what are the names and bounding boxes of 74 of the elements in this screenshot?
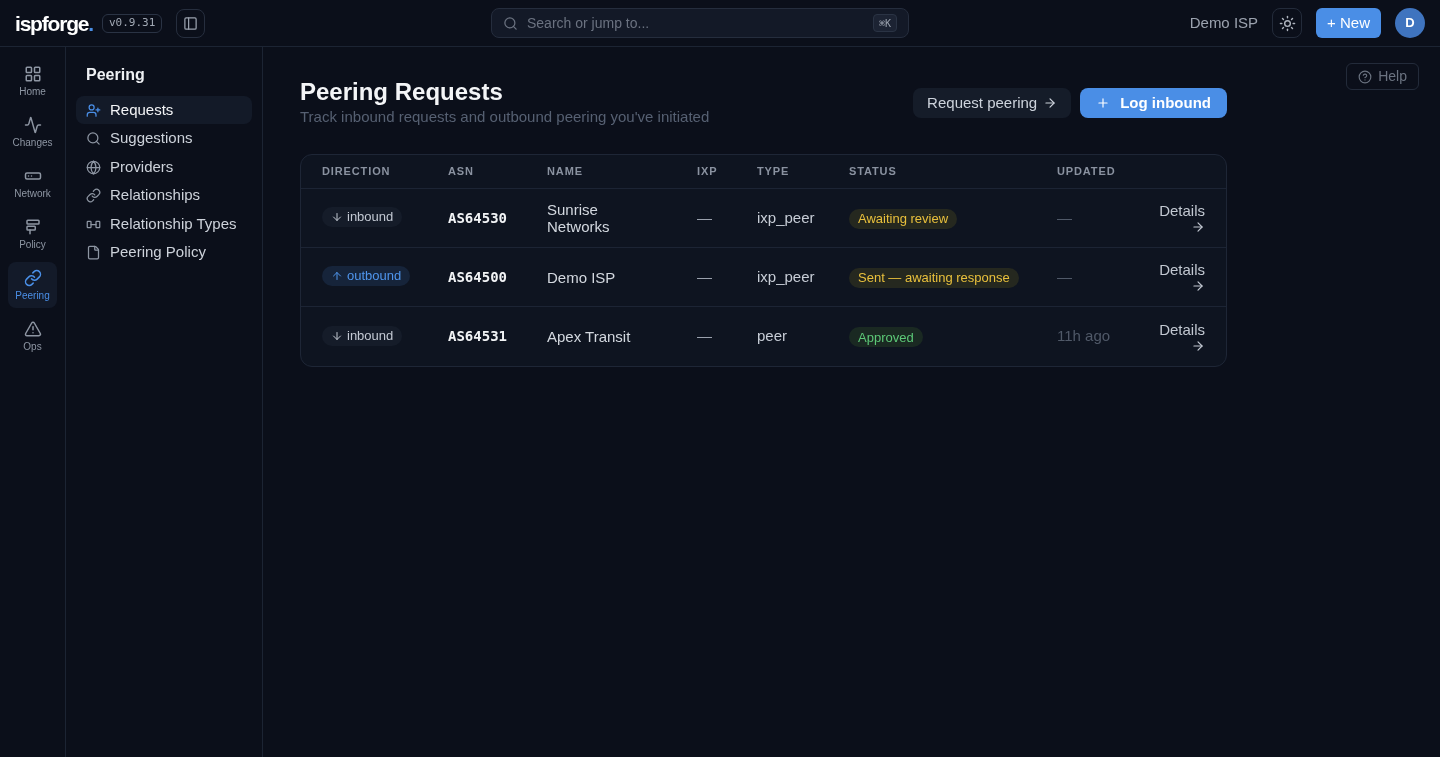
stacked-bars-icon bbox=[23, 217, 42, 236]
name-cell: Demo ISP bbox=[547, 268, 616, 286]
direction-tag: inbound bbox=[322, 325, 403, 346]
column-header: DIRECTION bbox=[322, 164, 392, 180]
grid-icon bbox=[23, 64, 42, 83]
type-cell-text: ixp_peer bbox=[757, 207, 815, 228]
user-avatar[interactable]: D bbox=[1395, 8, 1425, 38]
sidebar-link[interactable]: Providers bbox=[76, 153, 252, 181]
arrow-down-icon bbox=[331, 211, 343, 223]
nav-rail-button[interactable]: Ops bbox=[8, 313, 57, 359]
status-tag: Sent — awaiting response bbox=[849, 267, 1019, 288]
organization-name: Demo ISP bbox=[1189, 12, 1259, 33]
globe-icon bbox=[86, 159, 101, 175]
sidebar-link[interactable]: Suggestions bbox=[76, 124, 252, 153]
version-tag: v0.9.31 bbox=[101, 13, 163, 33]
status-tag: Awaiting review bbox=[849, 208, 958, 229]
updated-cell-text: — bbox=[1057, 266, 1072, 287]
link-icon bbox=[23, 268, 42, 287]
ixp-cell-text: — bbox=[697, 326, 712, 347]
column-header: ASN bbox=[448, 164, 475, 180]
column-header: NAME bbox=[547, 164, 584, 180]
details-link[interactable]: Details bbox=[1159, 261, 1205, 293]
page-title: Peering Requests bbox=[300, 77, 504, 107]
nav-rail-button[interactable]: Home bbox=[8, 58, 57, 104]
search-icon bbox=[503, 15, 518, 31]
plus-icon bbox=[1096, 96, 1111, 110]
updated-cell-text: 11h ago bbox=[1057, 326, 1111, 347]
logo-wordmark: ispforge. bbox=[15, 12, 93, 34]
name-cell: Apex Transit bbox=[547, 328, 631, 345]
shortcut-key: ⌘K bbox=[872, 14, 897, 32]
link-icon bbox=[86, 188, 101, 203]
nav-rail-button[interactable]: Changes bbox=[8, 109, 57, 155]
details-link[interactable]: Details bbox=[1159, 202, 1205, 234]
help-icon bbox=[1358, 69, 1373, 84]
asn-cell-text: AS64531 bbox=[448, 327, 507, 346]
sidebar-toggle-button[interactable] bbox=[176, 8, 206, 38]
sidebar-title: Peering bbox=[85, 65, 146, 85]
request-peering-button[interactable]: Request peering bbox=[913, 88, 1072, 118]
sidebar-link[interactable]: Relationships bbox=[76, 181, 252, 210]
user-plus-icon bbox=[86, 102, 101, 118]
nav-rail-button[interactable]: Network bbox=[8, 160, 57, 206]
panel-left-icon bbox=[183, 15, 199, 31]
search-icon bbox=[86, 131, 101, 146]
details-link[interactable]: Details bbox=[1159, 320, 1205, 353]
column-header: STATUS bbox=[849, 164, 898, 180]
asn-cell-text: AS64500 bbox=[448, 267, 507, 287]
direction-tag: inbound bbox=[322, 207, 403, 227]
arrow-right-icon bbox=[1043, 96, 1058, 110]
status-tag: Approved bbox=[849, 327, 923, 348]
updated-cell-text: — bbox=[1057, 207, 1072, 228]
type-cell-text: peer bbox=[757, 326, 788, 347]
sidebar-link[interactable]: Relationship Types bbox=[76, 210, 252, 238]
help-button[interactable]: Help bbox=[1346, 63, 1419, 90]
nav-rail-button[interactable]: Peering bbox=[8, 262, 57, 308]
page-subtitle: Track inbound requests and outbound peering you've initiated bbox=[300, 107, 710, 127]
sun-icon bbox=[1278, 14, 1296, 32]
name-cell-text: Sunrise Networks bbox=[547, 201, 611, 235]
warning-icon bbox=[23, 319, 42, 338]
type-cell-text: ixp_peer bbox=[757, 266, 815, 287]
arrow-down-icon bbox=[331, 329, 343, 342]
column-header: UPDATED bbox=[1057, 164, 1117, 180]
ixp-cell-text: — bbox=[697, 207, 712, 228]
sidebar-link[interactable]: Requests bbox=[76, 96, 252, 124]
column-header: IXP bbox=[697, 164, 719, 180]
asn-cell-text: AS64530 bbox=[448, 208, 507, 228]
sidebar-link[interactable]: Peering Policy bbox=[76, 238, 252, 267]
arrow-up-icon bbox=[331, 270, 343, 282]
pulse-line-icon bbox=[23, 115, 42, 134]
nav-rail-button[interactable]: Policy bbox=[8, 211, 57, 257]
ixp-cell-text: — bbox=[697, 266, 712, 287]
direction-tag: outbound bbox=[322, 266, 411, 286]
theme-toggle-button[interactable] bbox=[1272, 8, 1303, 38]
column-header: TYPE bbox=[757, 164, 791, 180]
document-icon bbox=[86, 245, 101, 260]
